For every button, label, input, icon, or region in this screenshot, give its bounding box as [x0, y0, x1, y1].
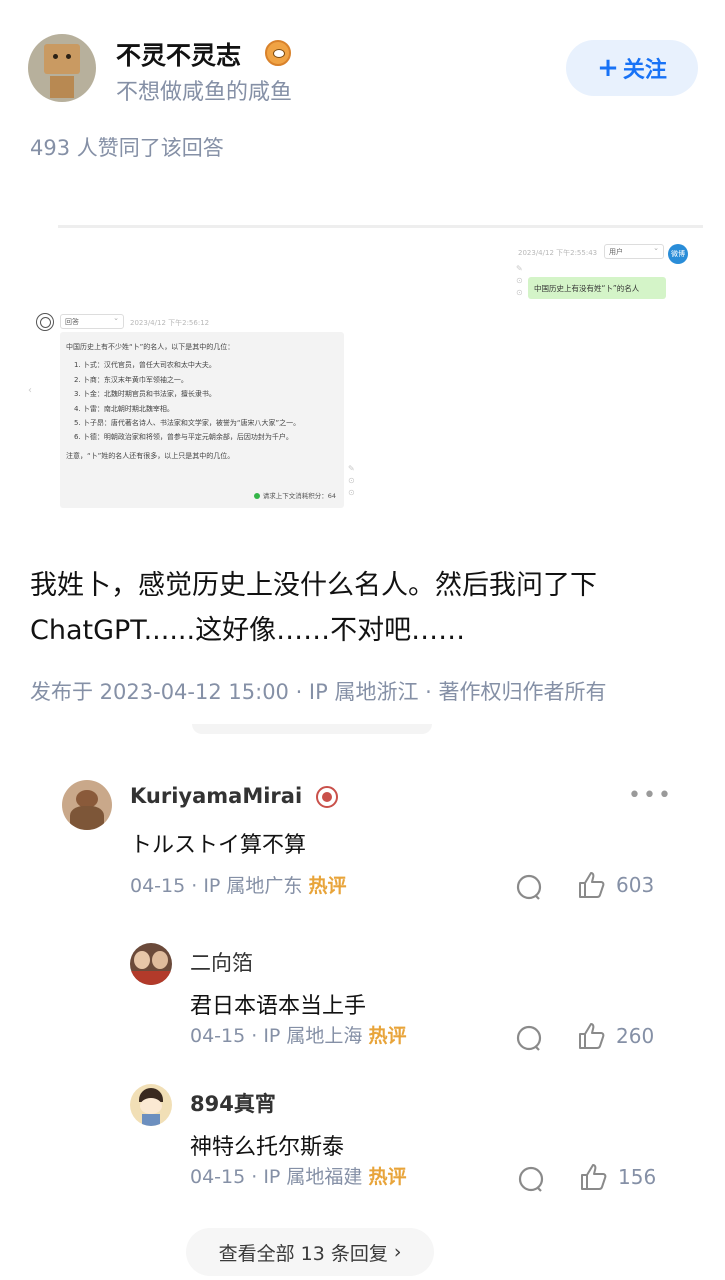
answer-line: 2. 卜商：东汉末年黄巾军领袖之一。 — [74, 375, 188, 384]
chatgpt-logo-icon — [36, 313, 54, 331]
divider — [58, 225, 703, 228]
answer-line: 4. 卜雷：南北朝时期北魏宰相。 — [74, 404, 174, 413]
comment-author[interactable]: KuriyamaMirai — [130, 784, 302, 808]
answer-meta: 发布于 2023-04-12 15:00 · IP 属地浙江 · 著作权归作者所… — [30, 680, 607, 704]
token-text: 请求上下文消耗积分：64 — [262, 492, 336, 500]
status-dot-icon — [253, 493, 260, 499]
avatar-shape — [140, 1098, 162, 1114]
comment-author[interactable]: 894真宵 — [190, 1088, 276, 1118]
answer-image[interactable]: 2023/4/12 下午2:55:43 用户 微博 ✎⊙⊙ 中国历史上有没有姓“… — [28, 225, 708, 525]
answer-line: 3. 卜金：北魏时期官员和书法家，擅长隶书。 — [74, 390, 216, 399]
view-all-replies-button[interactable]: 查看全部 13 条回复 › — [186, 1228, 434, 1276]
answer-body: 我姓卜，感觉历史上没什么名人。然后我问了下 ChatGPT......这好像……… — [30, 563, 700, 653]
comment-meta-text: 04-15 · IP 属地上海 — [190, 1025, 363, 1047]
hot-comment-tag: 热评 — [308, 875, 347, 897]
avatar-eye — [53, 54, 58, 59]
comment-author[interactable]: 二向箔 — [190, 947, 253, 977]
like-count: 260 — [616, 1024, 655, 1048]
author-avatar[interactable] — [28, 34, 96, 102]
comment-text: 神特么托尔斯泰 — [190, 1135, 345, 1160]
user-role-select: 用户 — [604, 244, 664, 259]
badge-icon — [316, 786, 338, 808]
answer-line: 6. 卜德：明朝政治家和将领，曾参与平定元朝余部，后因功封为千户。 — [74, 433, 293, 442]
avatar-figure-body — [50, 76, 74, 98]
bot-answer-bubble: 中国历史上有不少姓“卜”的名人，以下是其中的几位： 1. 卜式：汉代官员，曾任大… — [60, 332, 344, 508]
like-button[interactable]: 156 — [578, 1162, 656, 1192]
user-message-time: 2023/4/12 下午2:55:43 — [518, 249, 598, 257]
comment-meta: 04-15 · IP 属地福建 热评 — [190, 1163, 420, 1191]
answer-line: 中国历史上有不少姓“卜”的名人，以下是其中的几位： — [66, 343, 235, 351]
reply-icon[interactable] — [515, 873, 543, 901]
token-usage: 请求上下文消耗积分：64 — [253, 490, 336, 500]
plus-icon: + — [597, 53, 619, 83]
answer-line: 1. 卜式：汉代官员，曾任大司农和太中大夫。 — [74, 361, 216, 370]
vote-count: 493 人赞同了该回答 — [30, 136, 224, 160]
author-name[interactable]: 不灵不灵志 — [116, 36, 241, 72]
comment-avatar[interactable] — [62, 780, 112, 830]
avatar-figure-head — [44, 44, 80, 74]
like-button[interactable]: 603 — [576, 870, 654, 900]
answer-line-2: ChatGPT......这好像……不对吧…… — [30, 615, 466, 646]
comment-meta: 04-15 · IP 属地广东 热评 — [130, 872, 360, 900]
like-count: 156 — [618, 1165, 657, 1189]
divider — [192, 724, 432, 734]
view-all-label: 查看全部 13 条回复 — [218, 1242, 388, 1265]
follow-button[interactable]: + 关注 — [566, 40, 698, 96]
avatar-shape — [142, 1114, 160, 1126]
answer-line-1: 我姓卜，感觉历史上没什么名人。然后我问了下 — [30, 570, 597, 601]
comment-avatar[interactable] — [130, 1084, 172, 1126]
user-avatar: 微博 — [668, 244, 688, 264]
bot-role-select: 回答 — [60, 314, 124, 329]
more-options-icon[interactable]: ••• — [628, 783, 673, 808]
thumbs-up-icon — [579, 1023, 605, 1049]
chevron-right-icon: › — [393, 1241, 402, 1263]
comment-avatar[interactable] — [130, 943, 172, 985]
comment-text: 君日本语本当上手 — [190, 994, 367, 1019]
reply-icon[interactable] — [517, 1165, 545, 1193]
thumbs-up-icon — [581, 1164, 607, 1190]
hot-comment-tag: 热评 — [368, 1025, 407, 1047]
hot-comment-tag: 热评 — [368, 1166, 407, 1188]
follow-label: 关注 — [622, 58, 667, 83]
comment-text: トルストイ算不算 — [130, 833, 307, 858]
reply-icon[interactable] — [515, 1024, 543, 1052]
author-bio: 不想做咸鱼的咸鱼 — [116, 80, 293, 105]
avatar-eye — [66, 54, 71, 59]
comment-meta-text: 04-15 · IP 属地广东 — [130, 875, 303, 897]
avatar-shape — [134, 951, 150, 969]
edit-icon: ✎ ⊙ ⊙ — [348, 464, 355, 497]
answer-line: 5. 卜子昂：唐代著名诗人、书法家和文学家，被誉为“唐宋八大家”之一。 — [74, 419, 301, 428]
comment-meta-text: 04-15 · IP 属地福建 — [190, 1166, 363, 1188]
edit-icon: ✎ ⊙ ⊙ — [516, 264, 523, 297]
user-message-bubble: 中国历史上有没有姓“卜”的名人 — [528, 277, 666, 299]
eye-badge-icon[interactable] — [265, 40, 291, 66]
comment-meta: 04-15 · IP 属地上海 热评 — [190, 1022, 420, 1050]
author-header: 不灵不灵志 不想做咸鱼的咸鱼 + 关注 — [28, 34, 698, 106]
chevron-left-icon: ‹ — [28, 385, 32, 396]
thumbs-up-icon — [579, 872, 605, 898]
bot-message-time: 2023/4/12 下午2:56:12 — [130, 319, 210, 327]
like-count: 603 — [616, 873, 655, 897]
like-button[interactable]: 260 — [576, 1021, 654, 1051]
avatar-shape — [152, 951, 168, 969]
avatar-shape — [130, 971, 172, 985]
avatar-shape — [70, 806, 104, 830]
answer-line: 注意，“卜”姓的名人还有很多，以上只是其中的几位。 — [66, 451, 235, 460]
